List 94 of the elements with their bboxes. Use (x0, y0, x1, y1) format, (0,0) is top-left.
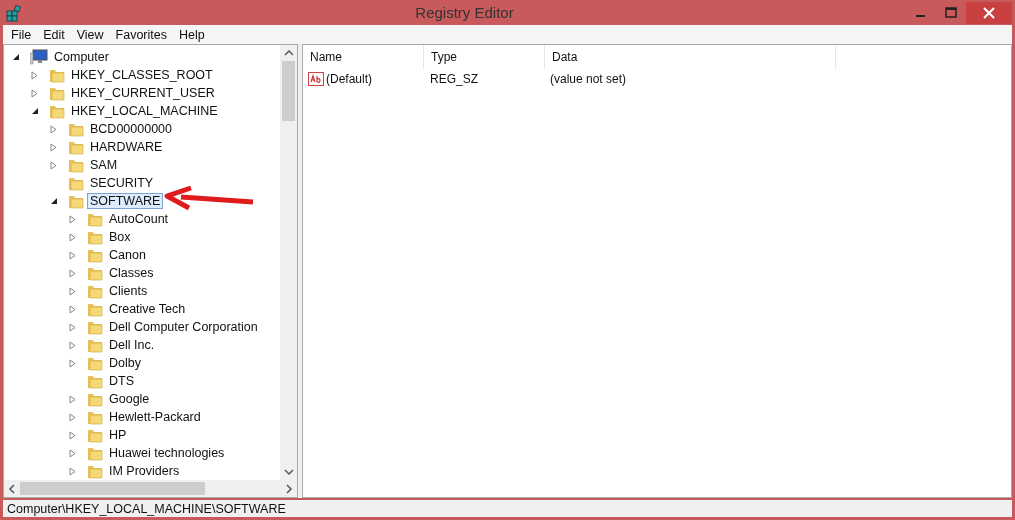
expand-arrow-icon[interactable] (50, 124, 58, 134)
scroll-up-icon[interactable] (283, 49, 294, 58)
tree-item[interactable]: Computer (51, 49, 112, 66)
expand-arrow-icon[interactable] (69, 358, 77, 368)
folder-icon (68, 157, 84, 174)
scroll-right-icon[interactable] (285, 483, 293, 494)
window-title: Registry Editor (414, 4, 515, 22)
tree-item[interactable]: Classes (106, 265, 157, 282)
tree-item[interactable]: HKEY_LOCAL_MACHINE (68, 103, 221, 120)
expand-arrow-icon[interactable] (69, 250, 77, 260)
folder-icon (49, 85, 65, 102)
tree-item[interactable]: Google (106, 391, 153, 408)
menu-item[interactable]: Favorites (109, 27, 173, 42)
folder-icon (87, 283, 103, 300)
expand-arrow-icon[interactable] (31, 70, 39, 80)
registry-app-icon (5, 3, 23, 22)
tree-item[interactable]: Huawei technologies (106, 445, 228, 462)
close-icon[interactable] (966, 2, 1012, 24)
folder-icon (87, 337, 103, 354)
tree-item[interactable]: SOFTWARE (87, 193, 164, 210)
tree-item[interactable]: Box (106, 229, 134, 246)
folder-icon (87, 229, 103, 246)
vertical-scrollbar[interactable] (280, 45, 297, 481)
tree-item[interactable]: SAM (87, 157, 121, 174)
expand-arrow-icon[interactable] (69, 214, 77, 224)
expand-arrow-icon[interactable] (69, 394, 77, 404)
expand-arrow-icon[interactable] (31, 88, 39, 98)
menu-item[interactable]: View (70, 27, 110, 42)
folder-icon (87, 373, 103, 390)
collapse-arrow-icon[interactable] (31, 107, 39, 116)
menu-item[interactable]: Edit (37, 27, 71, 42)
folder-icon (87, 409, 103, 426)
tree-item[interactable]: DTS (106, 373, 137, 390)
tree-item[interactable]: HKEY_CURRENT_USER (68, 85, 218, 102)
scroll-thumb[interactable] (20, 482, 205, 496)
menu-item[interactable]: File (5, 27, 38, 42)
folder-icon (87, 355, 103, 372)
expand-arrow-icon[interactable] (69, 340, 77, 350)
tree-item[interactable]: IM Providers (106, 463, 183, 480)
folder-icon (87, 463, 103, 480)
tree-item[interactable]: Clients (106, 283, 151, 300)
expand-arrow-icon[interactable] (69, 430, 77, 440)
tree-item[interactable]: HP (106, 427, 130, 444)
value-name[interactable]: (Default) (326, 72, 372, 87)
expand-arrow-icon[interactable] (69, 322, 77, 332)
tree-item[interactable]: Dell Inc. (106, 337, 158, 354)
scroll-down-icon[interactable] (283, 468, 294, 477)
tree-item[interactable]: SECURITY (87, 175, 157, 192)
collapse-arrow-icon[interactable] (12, 53, 20, 62)
expand-arrow-icon[interactable] (69, 232, 77, 242)
folder-icon (87, 265, 103, 282)
status-bar: Computer\HKEY_LOCAL_MACHINE\SOFTWARE (3, 500, 1012, 517)
column-header[interactable]: Name (303, 45, 424, 70)
string-value-icon (308, 72, 324, 87)
expand-arrow-icon[interactable] (69, 268, 77, 278)
tree-item[interactable]: Creative Tech (106, 301, 189, 318)
tree-item[interactable]: HKEY_CLASSES_ROOT (68, 67, 216, 84)
tree-item[interactable]: BCD00000000 (87, 121, 175, 138)
folder-icon (49, 103, 65, 120)
folder-icon (68, 139, 84, 156)
folder-icon (87, 391, 103, 408)
column-header[interactable]: Type (424, 45, 545, 70)
expand-arrow-icon[interactable] (69, 466, 77, 476)
tree-item[interactable]: Canon (106, 247, 149, 264)
value-data: (value not set) (549, 72, 628, 87)
folder-icon (87, 445, 103, 462)
scroll-thumb[interactable] (282, 61, 295, 122)
horizontal-scrollbar[interactable] (4, 480, 297, 498)
expand-arrow-icon[interactable] (69, 304, 77, 314)
folder-icon (68, 175, 84, 192)
column-header[interactable]: Data (545, 45, 836, 70)
folder-icon (68, 193, 84, 210)
expand-arrow-icon[interactable] (50, 160, 58, 170)
folder-icon (68, 121, 84, 138)
expand-arrow-icon[interactable] (69, 412, 77, 422)
folder-icon (87, 211, 103, 228)
folder-icon (49, 67, 65, 84)
tree-item[interactable]: HARDWARE (87, 139, 166, 156)
tree-item[interactable]: AutoCount (106, 211, 172, 228)
scroll-left-icon[interactable] (8, 483, 16, 494)
expand-arrow-icon[interactable] (69, 286, 77, 296)
tree-item[interactable]: Hewlett-Packard (106, 409, 204, 426)
folder-icon (87, 427, 103, 444)
menu-item[interactable]: Help (173, 27, 211, 42)
folder-icon (87, 301, 103, 318)
computer-icon (30, 49, 48, 66)
folder-icon (87, 319, 103, 336)
tree-item[interactable]: Dell Computer Corporation (106, 319, 261, 336)
collapse-arrow-icon[interactable] (50, 197, 58, 206)
expand-arrow-icon[interactable] (50, 142, 58, 152)
tree-item[interactable]: Dolby (106, 355, 144, 372)
folder-icon (87, 247, 103, 264)
expand-arrow-icon[interactable] (69, 448, 77, 458)
value-type: REG_SZ (429, 72, 479, 87)
